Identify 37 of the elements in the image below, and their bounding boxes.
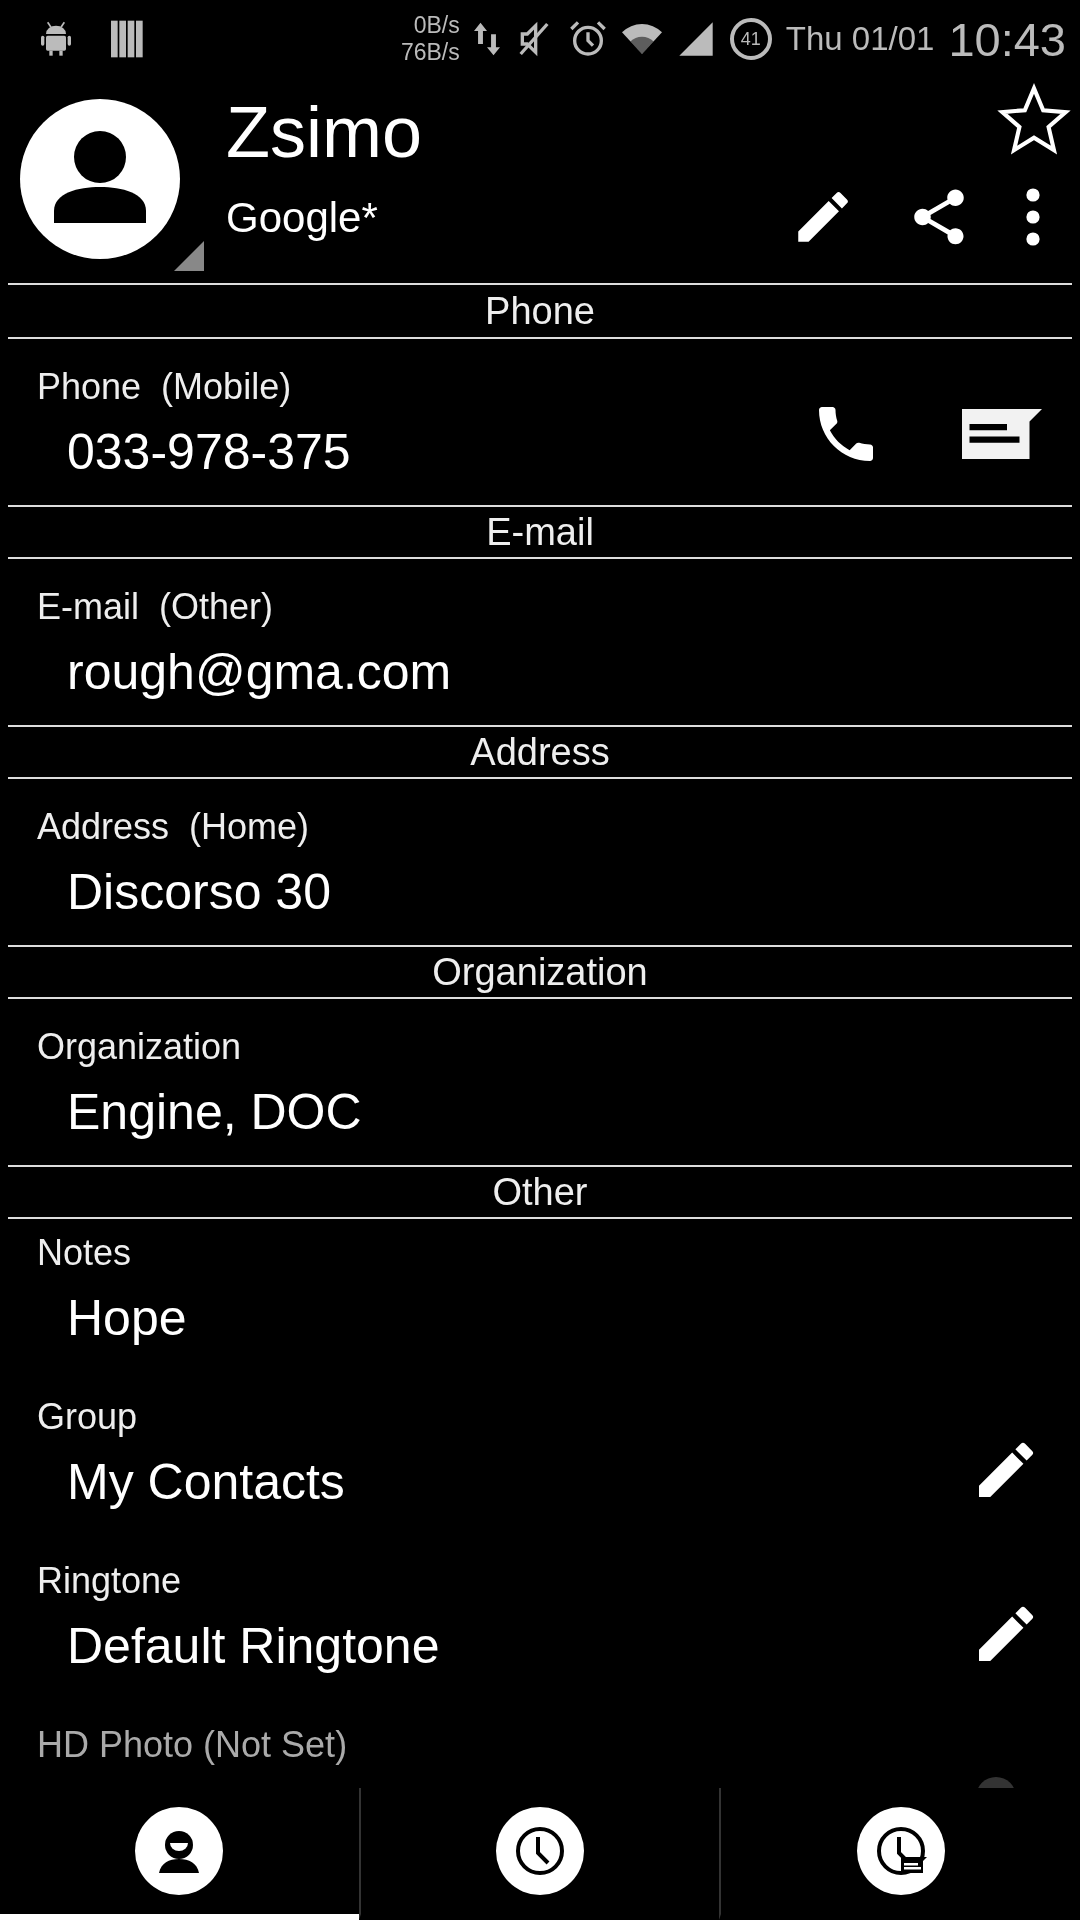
field-type: (Mobile) xyxy=(161,365,292,409)
message-icon[interactable] xyxy=(962,409,1042,459)
field-label: HD Photo (Not Set) xyxy=(37,1723,348,1767)
field-label: Organization xyxy=(37,1025,242,1069)
account-label: Google* xyxy=(226,193,379,243)
section-header: Address xyxy=(470,730,610,774)
status-date: Thu 01/01 xyxy=(785,20,935,58)
field-value: My Contacts xyxy=(66,1453,346,1512)
field-type: (Home) xyxy=(189,805,310,849)
download-speed: 0B/s xyxy=(413,12,460,39)
field-label: E-mail xyxy=(37,585,139,629)
status-time: 10:43 xyxy=(948,11,1066,67)
field-value: Discorso 30 xyxy=(66,863,332,922)
upload-speed: 76B/s xyxy=(400,39,460,66)
field-label: Group xyxy=(37,1395,138,1439)
avatar-icon xyxy=(20,99,180,259)
corner-triangle-icon xyxy=(174,241,204,271)
clock-icon xyxy=(496,1807,584,1895)
field-label: Ringtone xyxy=(37,1559,182,1603)
person-icon xyxy=(135,1807,224,1895)
field-label: Notes xyxy=(37,1231,132,1275)
section-header: Other xyxy=(492,1170,588,1214)
field-value: Engine, DOC xyxy=(66,1083,363,1142)
field-label: Phone xyxy=(37,365,142,409)
battery-level: 41 xyxy=(740,28,761,50)
alarm-icon xyxy=(567,19,608,59)
contact-name: Zsimo xyxy=(226,91,422,174)
clock-message-icon xyxy=(856,1807,945,1895)
field-label: Address xyxy=(37,805,170,849)
section-header: Organization xyxy=(432,950,648,994)
section-header: E-mail xyxy=(486,510,594,554)
field-value: Hope xyxy=(66,1289,188,1348)
field-type: (Other) xyxy=(159,585,274,629)
section-header: Phone xyxy=(485,289,595,333)
field-value: 033-978-375 xyxy=(66,423,352,482)
field-value: rough@gma.com xyxy=(66,643,453,702)
field-value: Default Ringtone xyxy=(66,1617,441,1676)
